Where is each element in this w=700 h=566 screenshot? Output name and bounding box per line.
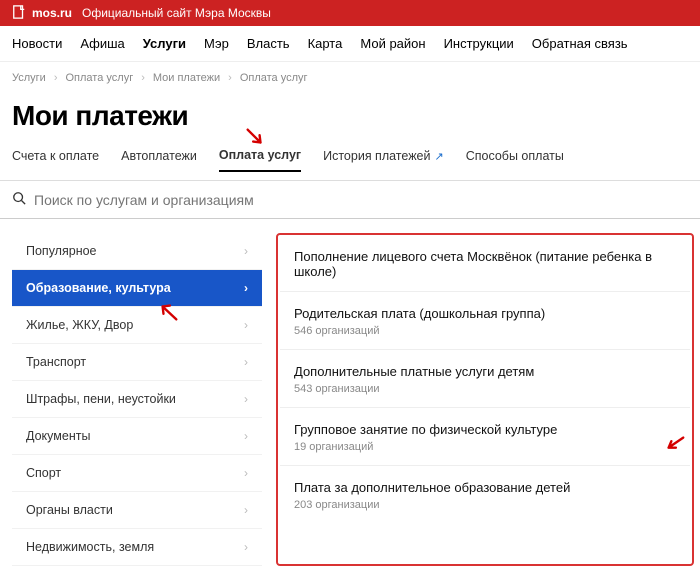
site-description: Официальный сайт Мэра Москвы [82,6,271,20]
external-link-icon: ↗ [435,150,444,163]
result-subtitle: 19 организаций [294,441,676,453]
sidebar-item[interactable]: Штрафы, пени, неустойки › [12,381,262,418]
chevron-right-icon: › [228,72,232,84]
chevron-right-icon: › [244,540,248,554]
search-input[interactable] [34,192,688,208]
tab-label: Оплата услуг [219,148,301,162]
sidebar-item[interactable]: Жилье, ЖКУ, Двор › [12,307,262,344]
breadcrumb-item[interactable]: Услуги [12,72,46,84]
result-title: Пополнение лицевого счета Москвёнок (пит… [294,249,676,279]
tab-label: История платежей [323,149,430,163]
tab-label: Способы оплаты [466,149,564,163]
nav-item[interactable]: Мэр [204,36,229,51]
result-subtitle: 543 организации [294,383,676,395]
sidebar-item[interactable]: Популярное › [12,233,262,270]
tabs: Счета к оплате Автоплатежи Оплата услуг Ист… [0,148,700,181]
result-title: Родительская плата (дошкольная группа) [294,306,676,321]
chevron-right-icon: › [244,392,248,406]
sidebar-item-label: Образование, культура [26,281,171,295]
chevron-right-icon: › [244,466,248,480]
site-name: mos.ru [32,6,72,20]
sidebar-item-label: Популярное [26,244,97,258]
result-item[interactable]: Плата за дополнительное образование дете… [280,468,690,523]
chevron-right-icon: › [54,72,58,84]
breadcrumb: Услуги › Оплата услуг › Мои платежи › Оплата у… [0,62,700,94]
result-item[interactable]: Групповое занятие по физической культуре… [280,410,690,466]
result-title: Плата за дополнительное образование дете… [294,480,676,495]
search-icon [12,191,26,208]
tab[interactable]: Способы оплаты [466,148,564,172]
search-bar[interactable] [0,181,700,219]
result-subtitle: 203 организации [294,499,676,511]
nav-item[interactable]: Новости [12,36,62,51]
topbar: mos.ru Официальный сайт Мэра Москвы [0,0,700,26]
sidebar-item-label: Недвижимость, земля [26,540,154,554]
nav-item[interactable]: Обратная связь [532,36,628,51]
nav-item[interactable]: Карта [308,36,343,51]
chevron-right-icon: › [244,503,248,517]
nav-item[interactable]: Мой район [360,36,425,51]
chevron-right-icon: › [244,355,248,369]
doc-icon [12,5,26,22]
sidebar-item-label: Спорт [26,466,61,480]
tab[interactable]: Автоплатежи [121,148,197,172]
sidebar-item-label: Штрафы, пени, неустойки [26,392,176,406]
chevron-right-icon: › [244,318,248,332]
breadcrumb-item[interactable]: Оплата услуг [66,72,134,84]
chevron-right-icon: › [141,72,145,84]
result-item[interactable]: Дополнительные платные услуги детям 543 о… [280,352,690,408]
tab[interactable]: История платежей ↗ [323,148,444,172]
sidebar-item[interactable]: Органы власти › [12,492,262,529]
nav-item[interactable]: Афиша [80,36,124,51]
nav-item[interactable]: Инструкции [444,36,514,51]
result-title: Групповое занятие по физической культуре [294,422,676,437]
chevron-right-icon: › [244,429,248,443]
tab[interactable]: Счета к оплате [12,148,99,172]
sidebar-item[interactable]: Образование, культура › [12,270,262,307]
breadcrumb-item[interactable]: Мои платежи [153,72,220,84]
result-item[interactable]: Пополнение лицевого счета Москвёнок (пит… [280,237,690,292]
sidebar-item[interactable]: Документы › [12,418,262,455]
tab-label: Счета к оплате [12,149,99,163]
sidebar: Популярное›Образование, культура›Жилье, … [12,233,262,566]
chevron-right-icon: › [244,244,248,258]
chevron-right-icon: › [244,281,248,295]
nav-item[interactable]: Власть [247,36,290,51]
result-title: Дополнительные платные услуги детям [294,364,676,379]
sidebar-item-label: Жилье, ЖКУ, Двор [26,318,133,332]
sidebar-item[interactable]: Спорт › [12,455,262,492]
sidebar-item-label: Органы власти [26,503,113,517]
tab-label: Автоплатежи [121,149,197,163]
result-item[interactable]: Родительская плата (дошкольная группа) 54… [280,294,690,350]
nav-item[interactable]: Услуги [143,36,186,51]
page-title: Мои платежи [0,94,700,148]
content-area: Популярное›Образование, культура›Жилье, … [0,219,700,566]
breadcrumb-item: Оплата услуг [240,72,308,84]
tab[interactable]: Оплата услуг [219,148,301,172]
result-subtitle: 546 организаций [294,325,676,337]
site-logo[interactable]: mos.ru [12,5,72,22]
sidebar-item-label: Транспорт [26,355,86,369]
sidebar-item[interactable]: Транспорт › [12,344,262,381]
results-panel: Пополнение лицевого счета Москвёнок (пит… [276,233,694,566]
main-nav: Новости Афиша Услуги Мэр Власть Карта Мой райо… [0,26,700,62]
sidebar-item-label: Документы [26,429,90,443]
